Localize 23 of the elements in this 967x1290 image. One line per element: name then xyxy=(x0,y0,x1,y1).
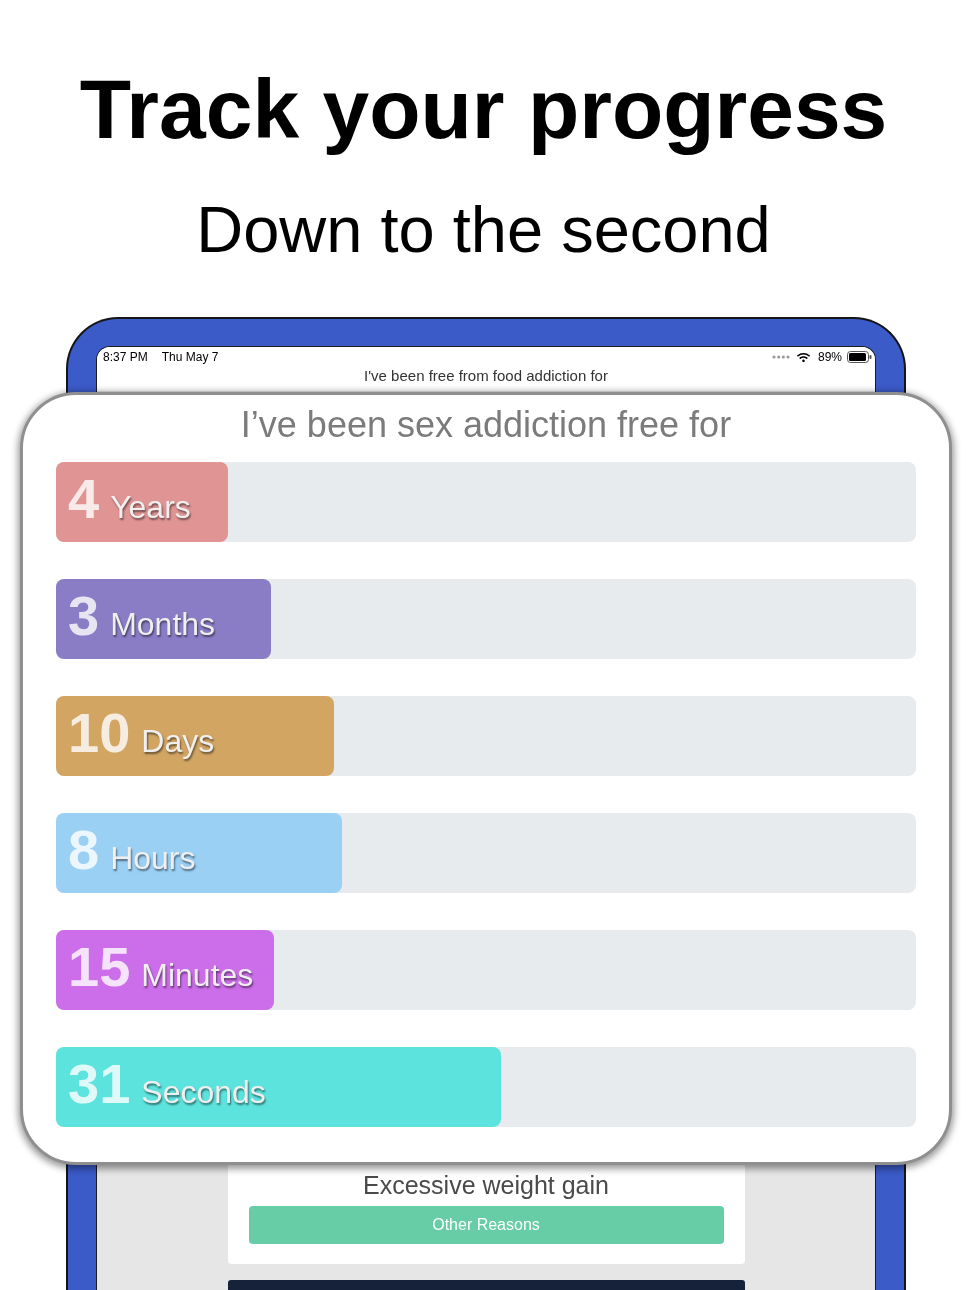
count-value: 3 xyxy=(68,588,100,644)
count-value: 10 xyxy=(68,705,131,761)
count-value: 4 xyxy=(68,471,100,527)
count-value: 8 xyxy=(68,822,100,878)
battery-icon xyxy=(847,351,872,363)
unit-label: Minutes xyxy=(141,959,254,991)
unit-label: Months xyxy=(110,608,216,640)
battery-percent: 89% xyxy=(817,349,842,366)
unit-label: Seconds xyxy=(141,1076,266,1108)
other-reasons-button[interactable]: Other Reasons xyxy=(248,1206,724,1244)
reason-text: Excessive weight gain xyxy=(363,1172,609,1198)
screen-heading: I've been free from food addiction for xyxy=(363,367,609,385)
signal-dots-icon xyxy=(771,355,790,359)
count-value: 15 xyxy=(68,939,131,995)
count-value: 31 xyxy=(68,1056,131,1112)
unit-label: Hours xyxy=(110,842,196,874)
wifi-icon xyxy=(796,351,810,363)
unit-label: Days xyxy=(141,725,215,757)
card-title: I’ve been sex addiction free for xyxy=(240,407,732,443)
unit-label: Years xyxy=(110,491,191,523)
subtitle: Down to the second xyxy=(196,197,771,262)
status-date: Thu May 7 xyxy=(161,349,219,366)
status-time: 8:37 PM xyxy=(103,349,148,366)
